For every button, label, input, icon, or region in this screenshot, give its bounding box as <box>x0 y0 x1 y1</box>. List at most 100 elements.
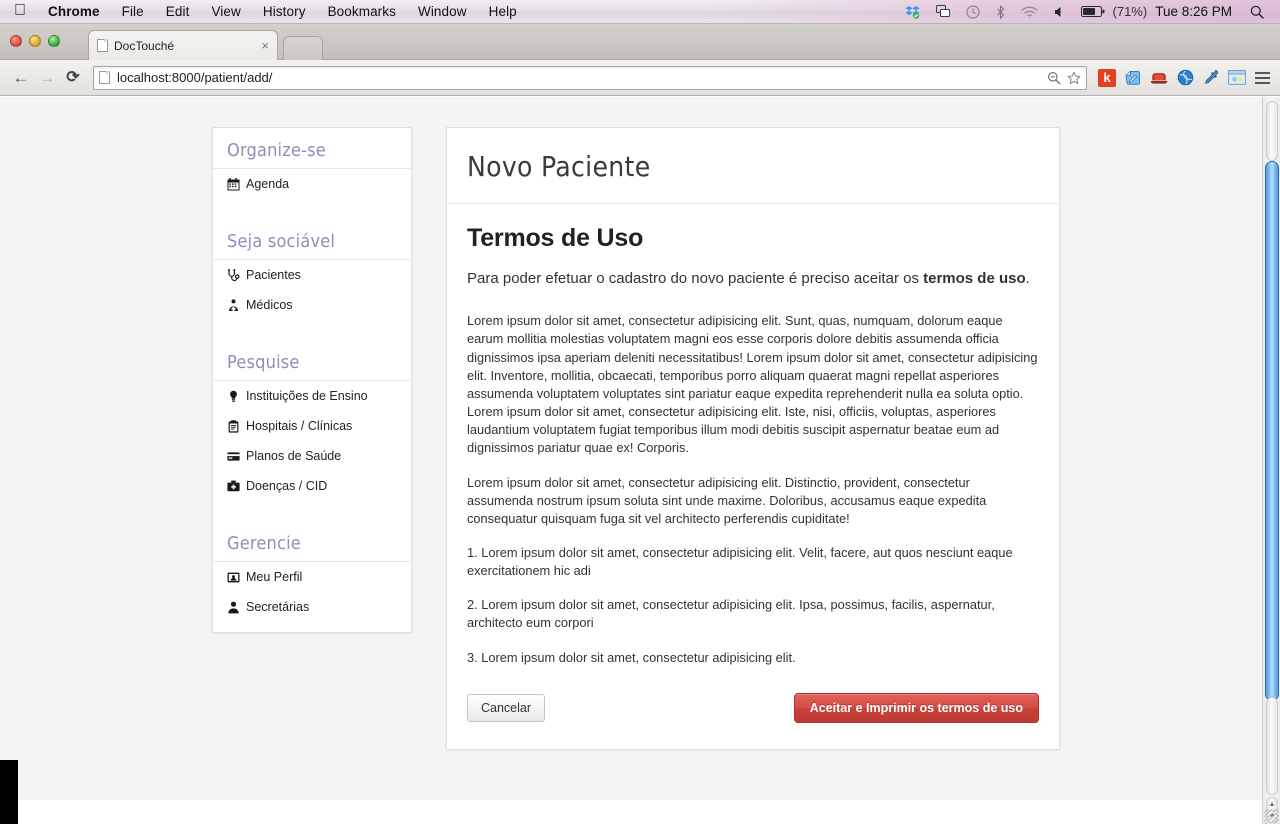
displays-icon[interactable] <box>928 5 958 18</box>
sidebar-item-hospitais-clinicas[interactable]: Hospitais / Clínicas <box>213 411 411 441</box>
lightbulb-icon <box>227 390 240 403</box>
sidebar-item-label: Hospitais / Clínicas <box>246 419 353 433</box>
user-icon <box>227 601 240 614</box>
menubar-clock[interactable]: Tue 8:26 PM <box>1149 4 1242 19</box>
sidebar-nav: Organize-se Agenda Seja sociável Pacient… <box>212 127 412 633</box>
credit-card-icon <box>227 450 240 463</box>
terms-item-1: 1. Lorem ipsum dolor sit amet, consectet… <box>467 544 1013 579</box>
sidebar-item-label: Doenças / CID <box>246 479 328 493</box>
macos-menubar:  Chrome File Edit View History Bookmark… <box>0 0 1280 24</box>
sidebar-heading-organize: Organize-se <box>227 140 326 161</box>
card-header: Novo Paciente <box>447 128 1059 204</box>
sidebar-item-doencas-cid[interactable]: Doenças / CID <box>213 471 411 501</box>
sidebar-heading-pesquise: Pesquise <box>227 352 300 373</box>
sidebar-item-instituicoes-de-ensino[interactable]: Instituições de Ensino <box>213 381 411 411</box>
apple-logo-icon[interactable]:  <box>0 2 37 19</box>
terms-lead: Para poder efetuar o cadastro do novo pa… <box>467 267 1039 290</box>
new-tab-button[interactable] <box>283 36 323 60</box>
sidebar-item-label: Meu Perfil <box>246 570 303 584</box>
menubar-item-history[interactable]: History <box>252 4 317 19</box>
page-scrollbar[interactable]: ▲ ▼ <box>1262 97 1280 824</box>
window-resize-handle[interactable] <box>1264 809 1279 824</box>
battery-icon[interactable] <box>1073 6 1113 17</box>
tab-strip: DocTouché × <box>0 24 1280 60</box>
time-machine-icon[interactable] <box>958 4 988 19</box>
tab-favicon-icon <box>97 39 108 52</box>
dropbox-icon[interactable] <box>897 5 928 19</box>
terms-item-2: 2. Lorem ipsum dolor sit amet, consectet… <box>467 597 995 631</box>
tab-close-icon[interactable]: × <box>255 38 269 53</box>
main-card: Novo Paciente Termos de Uso Para poder e… <box>446 127 1060 750</box>
page-favicon-icon <box>99 71 110 84</box>
reload-button[interactable]: ⟳ <box>60 69 86 86</box>
chrome-window: DocTouché × ← → ⟳ localhost:8000/patient… <box>0 24 1280 824</box>
page-title: Novo Paciente <box>467 150 651 183</box>
chrome-menu-button[interactable] <box>1250 71 1272 84</box>
sidebar-item-medicos[interactable]: Médicos <box>213 290 411 320</box>
volume-icon[interactable] <box>1046 6 1073 18</box>
bluetooth-icon[interactable] <box>988 5 1013 19</box>
kippt-extension-icon[interactable]: k <box>1094 67 1120 89</box>
menubar-item-edit[interactable]: Edit <box>155 4 201 19</box>
web-page: Organize-se Agenda Seja sociável Pacient… <box>0 97 1262 800</box>
terms-heading: Termos de Uso <box>467 224 644 252</box>
id-badge-icon <box>227 571 240 584</box>
browser-tab[interactable]: DocTouché × <box>88 30 278 60</box>
sidebar-item-meu-perfil[interactable]: Meu Perfil <box>213 562 411 592</box>
cancel-button[interactable]: Cancelar <box>467 693 546 722</box>
lead-text-part1: Para poder efetuar o cadastro do novo pa… <box>467 270 924 287</box>
wifi-icon[interactable] <box>1013 6 1046 18</box>
medkit-icon <box>227 480 240 493</box>
back-button[interactable]: ← <box>8 69 34 86</box>
sidebar-item-label: Médicos <box>246 298 293 312</box>
kippt-badge: k <box>1098 68 1116 87</box>
address-bar-url: localhost:8000/patient/add/ <box>117 70 273 85</box>
sidebar-item-label: Planos de Saúde <box>246 449 342 463</box>
card-actions: Cancelar Aceitar e Imprimir os termos de… <box>467 692 1039 723</box>
globe-extension-icon[interactable] <box>1172 67 1198 89</box>
window-extension-icon[interactable] <box>1224 67 1250 89</box>
close-window-button[interactable] <box>10 35 22 47</box>
sidebar-item-pacientes[interactable]: Pacientes <box>213 260 411 290</box>
terms-item-3: 3. Lorem ipsum dolor sit amet, consectet… <box>467 649 796 665</box>
pocket-extension-icon[interactable] <box>1146 67 1172 89</box>
doctor-icon <box>227 298 240 312</box>
sidebar-item-secretarias[interactable]: Secretárias <box>213 592 411 622</box>
terms-paragraph-2: Lorem ipsum dolor sit amet, consectetur … <box>467 474 987 526</box>
forward-button[interactable]: → <box>34 69 60 86</box>
scrollbar-track-bottom[interactable] <box>1266 697 1278 795</box>
stethoscope-icon <box>227 268 240 282</box>
menubar-status-group: (71%) Tue 8:26 PM <box>897 4 1280 19</box>
scrollbar-thumb[interactable] <box>1265 161 1279 701</box>
window-edge-fill <box>0 760 18 824</box>
maximize-window-button[interactable] <box>48 35 60 47</box>
terms-paragraph-1: Lorem ipsum dolor sit amet, consectetur … <box>467 313 1038 456</box>
accept-and-print-terms-button[interactable]: Aceitar e Imprimir os termos de uso <box>793 692 1039 723</box>
page-viewport: Organize-se Agenda Seja sociável Pacient… <box>0 97 1280 800</box>
calendar-icon <box>227 177 240 191</box>
spotlight-search-icon[interactable] <box>1242 5 1272 19</box>
address-bar[interactable]: localhost:8000/patient/add/ <box>93 65 1087 90</box>
battery-percent-label: (71%) <box>1112 4 1148 19</box>
scrollbar-track-top[interactable] <box>1266 101 1278 161</box>
eyedropper-extension-icon[interactable] <box>1198 67 1224 89</box>
menubar-item-help[interactable]: Help <box>478 4 528 19</box>
menubar-item-view[interactable]: View <box>200 4 251 19</box>
zoom-search-icon[interactable] <box>1047 71 1067 85</box>
menubar-item-window[interactable]: Window <box>407 4 478 19</box>
menubar-item-file[interactable]: File <box>111 4 155 19</box>
lead-strong: termos de uso <box>923 270 1026 287</box>
browser-toolbar: ← → ⟳ localhost:8000/patient/add/ k <box>0 60 1280 96</box>
menubar-item-bookmarks[interactable]: Bookmarks <box>317 4 407 19</box>
menubar-item-chrome[interactable]: Chrome <box>37 4 111 19</box>
card-body: Termos de Uso Para poder efetuar o cadas… <box>447 204 1059 749</box>
sidebar-item-planos-de-saude[interactable]: Planos de Saúde <box>213 441 411 471</box>
evernote-extension-icon[interactable] <box>1120 67 1146 89</box>
minimize-window-button[interactable] <box>29 35 41 47</box>
bookmark-star-icon[interactable] <box>1067 71 1081 85</box>
tab-title: DocTouché <box>114 38 175 53</box>
sidebar-item-agenda[interactable]: Agenda <box>213 169 411 199</box>
